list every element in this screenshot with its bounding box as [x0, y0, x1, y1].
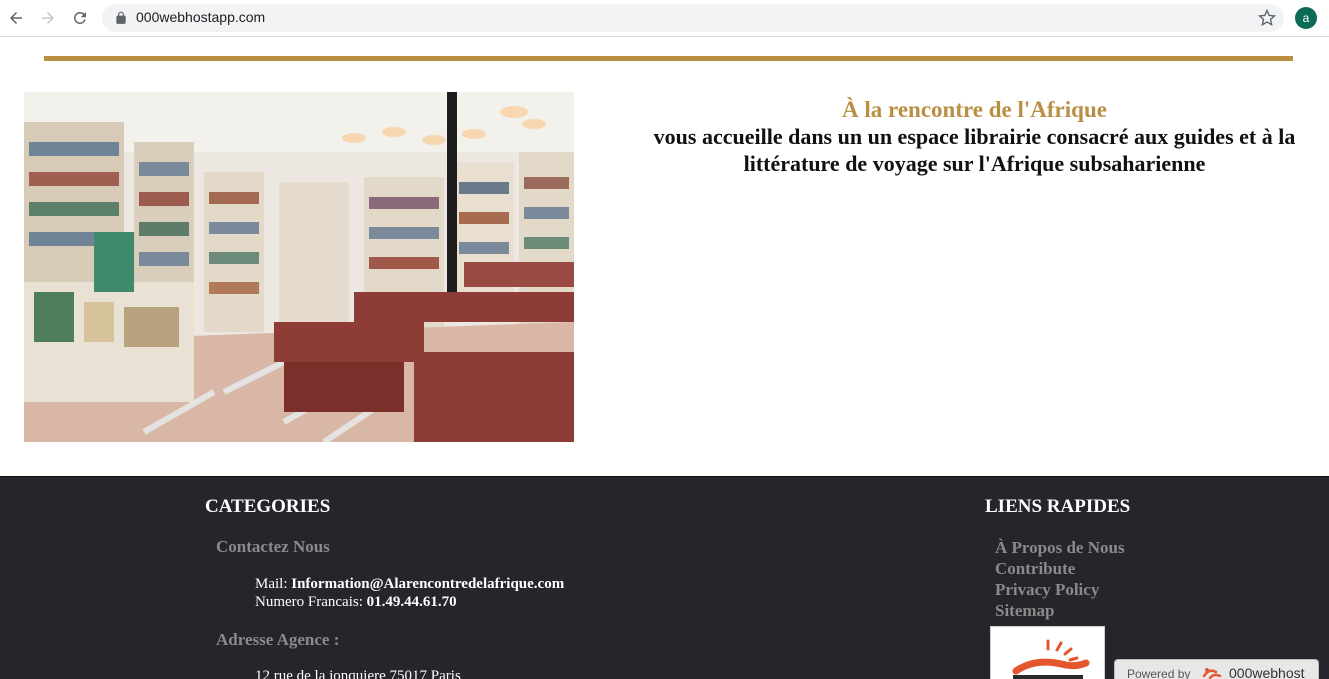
intro-description: vous accueille dans un un espace librair… [653, 124, 1296, 176]
powered-brand: 000webhost [1229, 665, 1305, 679]
phone-label: Numero Francais: [255, 594, 367, 610]
star-icon[interactable] [1258, 9, 1276, 27]
mail-value[interactable]: Information@Alarencontredelafrique.com [291, 576, 564, 592]
intro-block: À la rencontre de l'Afrique vous accueil… [620, 96, 1329, 177]
footer-heading-quick-links: LIENS RAPIDES [985, 496, 1131, 517]
lock-icon [116, 11, 126, 24]
quick-link-sitemap[interactable]: Sitemap [995, 600, 1125, 621]
quick-link-privacy[interactable]: Privacy Policy [995, 579, 1125, 600]
contact-mail-line: Mail: Information@Alarencontredelafrique… [255, 576, 564, 593]
quick-link-about[interactable]: À Propos de Nous [995, 537, 1125, 558]
host-logo-icon [1202, 668, 1222, 679]
address-bar[interactable]: 000webhostapp.com [102, 4, 1284, 32]
reload-icon[interactable] [68, 6, 92, 30]
mail-label: Mail: [255, 576, 292, 592]
address-value: 12 rue de la jonquiere 75017 Paris [255, 668, 461, 679]
gold-divider [44, 56, 1293, 61]
forward-arrow-icon[interactable] [36, 6, 60, 30]
footer-heading-categories: CATEGORIES [205, 496, 331, 517]
site-logo [990, 626, 1105, 679]
phone-value[interactable]: 01.49.44.61.70 [367, 594, 457, 610]
address-heading: Adresse Agence : [216, 630, 340, 649]
contact-heading: Contactez Nous [216, 537, 330, 556]
url-text[interactable]: 000webhostapp.com [136, 9, 265, 25]
browser-toolbar: 000webhostapp.com a [0, 0, 1329, 37]
powered-label: Powered by [1127, 667, 1191, 679]
back-arrow-icon[interactable] [4, 6, 28, 30]
powered-by-badge[interactable]: Powered by 000webhost [1114, 659, 1319, 679]
intro-title: À la rencontre de l'Afrique [842, 97, 1107, 122]
quick-links-list: À Propos de Nous Contribute Privacy Poli… [995, 537, 1125, 621]
quick-link-contribute[interactable]: Contribute [995, 558, 1125, 579]
contact-phone-line: Numero Francais: 01.49.44.61.70 [255, 594, 457, 611]
bookshop-photo [24, 92, 574, 442]
profile-avatar[interactable]: a [1295, 7, 1317, 29]
